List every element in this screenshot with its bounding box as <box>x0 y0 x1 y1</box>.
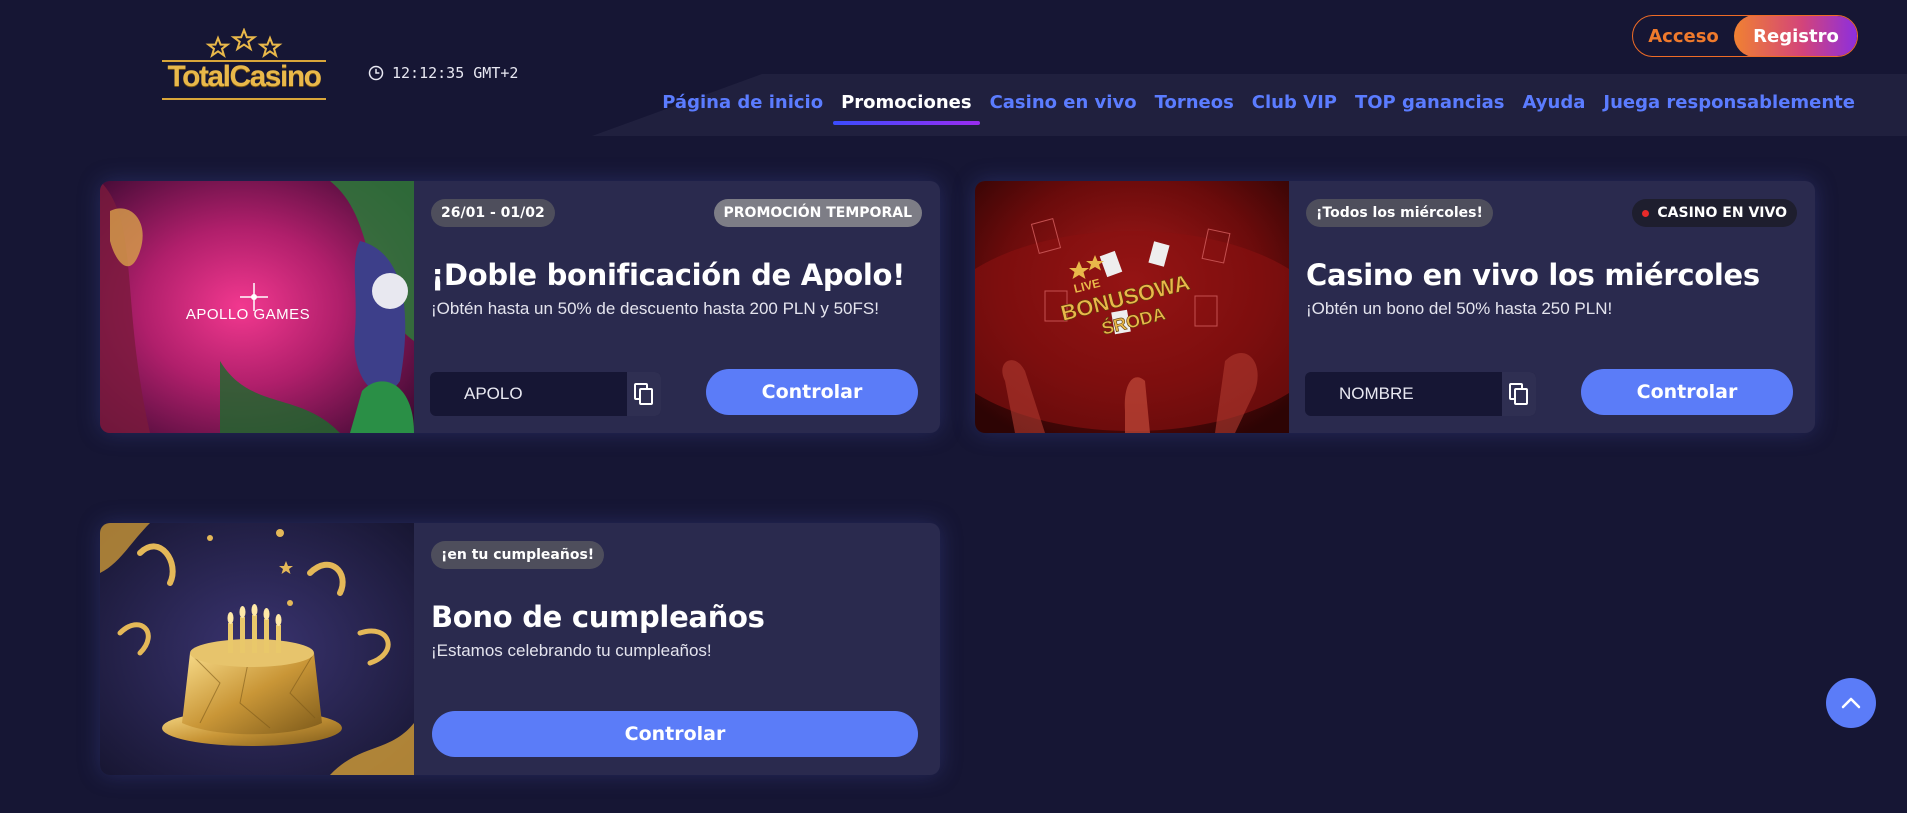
apollo-games-text: APOLLO GAMES <box>186 306 310 323</box>
live-dot-icon <box>1642 209 1650 217</box>
scroll-to-top-button[interactable] <box>1826 678 1876 728</box>
clock: 12:12:35 GMT+2 <box>368 64 518 82</box>
promo-subtitle: ¡Estamos celebrando tu cumpleaños! <box>431 641 712 660</box>
copy-code-button[interactable] <box>627 372 661 416</box>
live-casino-artwork: LIVE BONUSOWA ŚRODA <box>975 181 1289 433</box>
promo-type-badge: PROMOCIÓN TEMPORAL <box>713 199 922 227</box>
check-promo-button[interactable]: Controlar <box>432 711 918 757</box>
promo-image-apollo[interactable]: APOLLO GAMES <box>100 181 414 433</box>
nav-item-responsible-gaming[interactable]: Juega responsablemente <box>1603 92 1855 113</box>
total-casino-logo[interactable]: TotalCasino <box>160 28 328 104</box>
nav-item-help[interactable]: Ayuda <box>1523 92 1586 113</box>
promo-date-badge: 26/01 - 01/02 <box>431 199 555 227</box>
promo-image-live-casino[interactable]: LIVE BONUSOWA ŚRODA <box>975 181 1289 433</box>
chevron-up-icon <box>1841 697 1861 709</box>
login-button[interactable]: Acceso <box>1633 16 1734 56</box>
promo-card-live-casino: LIVE BONUSOWA ŚRODA ¡Todos los miércoles… <box>975 181 1815 433</box>
promo-title: Bono de cumpleaños <box>431 600 765 634</box>
nav-item-promotions[interactable]: Promociones <box>833 92 980 125</box>
nav-item-tournaments[interactable]: Torneos <box>1155 92 1234 113</box>
copy-code-button[interactable] <box>1502 372 1536 416</box>
nav-item-vip-club[interactable]: Club VIP <box>1252 92 1337 113</box>
promo-type-label: CASINO EN VIVO <box>1657 205 1787 221</box>
check-promo-button[interactable]: Controlar <box>1581 369 1793 415</box>
promo-card-birthday: ¡en tu cumpleaños! Bono de cumpleaños ¡E… <box>100 523 940 775</box>
register-button[interactable]: Registro <box>1734 16 1857 56</box>
copy-icon <box>1509 383 1528 405</box>
logo-stars-icon <box>205 28 283 58</box>
promo-image-birthday[interactable] <box>100 523 414 775</box>
check-promo-button[interactable]: Controlar <box>706 369 918 415</box>
main-nav: Página de inicio Promociones Casino en v… <box>662 92 1855 125</box>
copy-icon <box>634 383 653 405</box>
logo-text: TotalCasino <box>167 60 322 93</box>
apollo-games-artwork: APOLLO GAMES <box>100 181 414 433</box>
promo-code-text: APOLO <box>464 384 523 403</box>
promo-code-field: APOLO <box>430 372 661 416</box>
promo-code-field: NOMBRE <box>1305 372 1536 416</box>
nav-item-home[interactable]: Página de inicio <box>662 92 823 113</box>
clock-icon <box>368 65 384 81</box>
nav-item-live-casino[interactable]: Casino en vivo <box>990 92 1137 113</box>
clock-text: 12:12:35 GMT+2 <box>392 64 519 82</box>
promo-title: Casino en vivo los miércoles <box>1306 258 1760 292</box>
promo-card-apollo: APOLLO GAMES 26/01 - 01/02 PROMOCIÓN TEM… <box>100 181 940 433</box>
birthday-cake-artwork <box>100 523 414 775</box>
promo-subtitle: ¡Obtén hasta un 50% de descuento hasta 2… <box>431 299 879 318</box>
promo-date-badge: ¡Todos los miércoles! <box>1306 199 1493 227</box>
promo-code-text: NOMBRE <box>1339 384 1414 403</box>
nav-item-top-wins[interactable]: TOP ganancias <box>1355 92 1505 113</box>
auth-buttons: Acceso Registro <box>1632 15 1858 57</box>
promo-subtitle: ¡Obtén un bono del 50% hasta 250 PLN! <box>1306 299 1613 318</box>
promo-type-badge: CASINO EN VIVO <box>1632 199 1797 227</box>
promo-date-badge: ¡en tu cumpleaños! <box>431 541 605 569</box>
promo-title: ¡Doble bonificación de Apolo! <box>431 258 906 292</box>
